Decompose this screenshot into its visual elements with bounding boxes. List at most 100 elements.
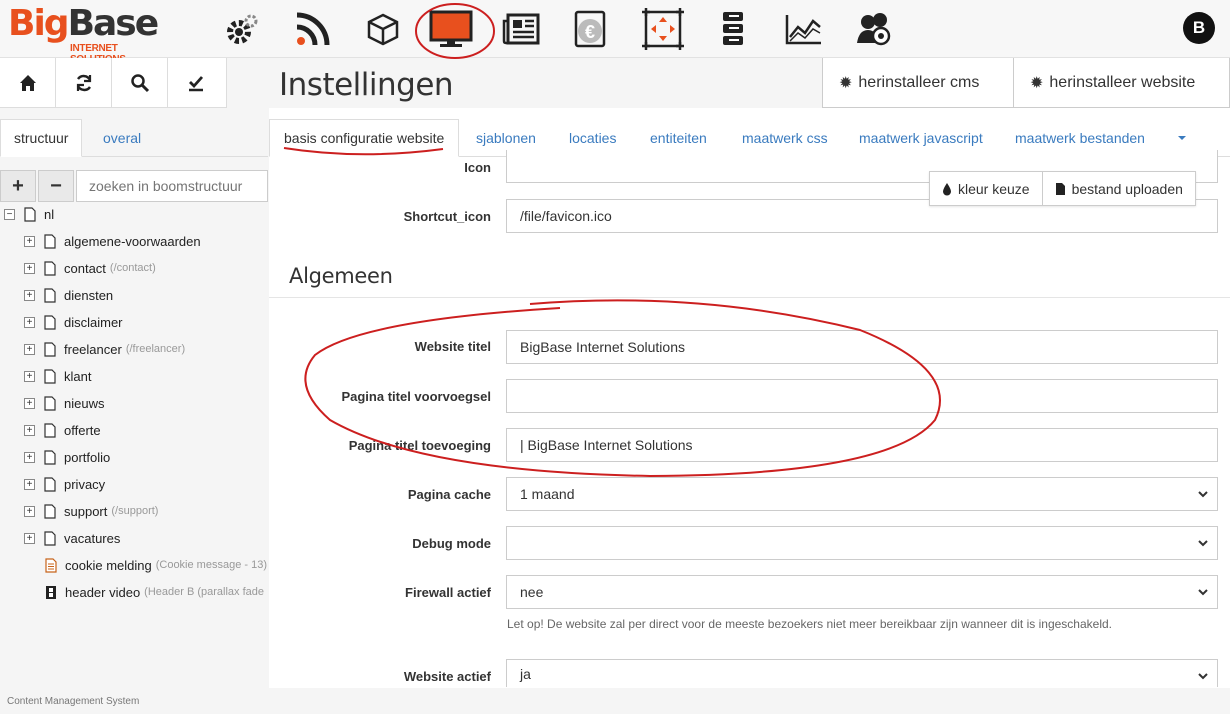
newspaper-icon[interactable]	[499, 7, 545, 51]
tree-item[interactable]: + diensten	[24, 283, 117, 307]
tree-item[interactable]: + algemene-voorwaarden	[24, 229, 205, 253]
tree-item-label: cookie melding	[65, 557, 152, 573]
tree-item-path: (Cookie message - 13)	[155, 559, 267, 571]
tab-structure[interactable]: structuur	[0, 119, 83, 157]
tree-item[interactable]: + portfolio	[24, 445, 114, 469]
film-strip-icon	[46, 585, 56, 599]
reinstall-cms-button[interactable]: ✹ herinstalleer cms	[822, 58, 1014, 108]
firewall-select[interactable]: nee	[506, 575, 1218, 609]
tree-item-label: offerte	[64, 422, 101, 438]
website-monitor-icon[interactable]	[428, 7, 474, 51]
page-icon	[44, 449, 56, 465]
tree-item[interactable]: + offerte	[24, 418, 105, 442]
tree-item-label: diensten	[64, 287, 114, 303]
page-cache-select[interactable]: 1 maand	[506, 477, 1218, 511]
page-icon	[44, 530, 56, 546]
reinstall-website-button[interactable]: ✹ herinstalleer website	[1013, 58, 1230, 108]
page-icon	[44, 503, 56, 519]
debug-mode-select[interactable]	[506, 526, 1218, 560]
tree-item[interactable]: header video (Header B (parallax fade	[45, 580, 264, 604]
tree-root[interactable]: − nl	[4, 202, 54, 226]
cog-icon: ✹	[839, 74, 853, 92]
tree-item-label: portfolio	[64, 449, 111, 465]
resize-frame-icon[interactable]	[640, 7, 686, 51]
page-title-prefix-input[interactable]	[506, 379, 1218, 413]
expand-toggle[interactable]: +	[24, 505, 35, 517]
expand-toggle[interactable]: +	[24, 343, 35, 355]
chevron-down-icon	[1198, 491, 1208, 498]
left-toolbar	[0, 58, 227, 108]
tree-item[interactable]: + disclaimer	[24, 310, 127, 334]
tree-item[interactable]: + klant	[24, 364, 95, 388]
page-icon	[24, 206, 36, 222]
tree-item-label: vacatures	[64, 530, 121, 546]
expand-toggle[interactable]: +	[24, 451, 35, 463]
tree-item[interactable]: + privacy	[24, 472, 109, 496]
expand-toggle[interactable]: +	[24, 397, 35, 409]
firewall-help-text: Let op! De website zal per direct voor d…	[507, 617, 1112, 631]
droplet-icon	[943, 182, 951, 195]
expand-toggle[interactable]: +	[24, 478, 35, 490]
package-box-icon[interactable]	[360, 7, 406, 51]
tab-basis-configuratie[interactable]: basis configuratie website	[269, 119, 460, 157]
euro-icon[interactable]: €	[568, 7, 614, 51]
firewall-label: Firewall actief	[405, 585, 491, 600]
collapse-all-button[interactable]: −	[38, 170, 74, 202]
check-button[interactable]	[168, 58, 224, 108]
chevron-down-icon	[1198, 540, 1208, 547]
expand-toggle[interactable]: +	[24, 262, 35, 274]
check-icon	[189, 76, 204, 92]
tree-search-input[interactable]	[76, 170, 268, 202]
server-stack-icon[interactable]	[710, 7, 756, 51]
tree-item-label: privacy	[64, 476, 106, 492]
tab-overall[interactable]: overal	[90, 119, 154, 157]
tree-item-path: (Header B (parallax fade	[144, 586, 265, 598]
user-avatar[interactable]: B	[1183, 12, 1215, 44]
home-button[interactable]	[0, 58, 56, 108]
expand-toggle[interactable]: +	[24, 235, 35, 247]
expand-toggle[interactable]: +	[24, 424, 35, 436]
home-icon	[19, 75, 36, 91]
website-title-input[interactable]: BigBase Internet Solutions	[506, 330, 1218, 364]
page-title-suffix-input[interactable]: | BigBase Internet Solutions	[506, 428, 1218, 462]
page-icon	[44, 260, 56, 276]
search-icon	[130, 74, 149, 93]
tree-item-label: nieuws	[64, 395, 105, 411]
page-title-prefix-label: Pagina titel voorvoegsel	[341, 389, 491, 404]
chevron-down-icon	[1198, 673, 1208, 680]
settings-gear-icon[interactable]	[218, 7, 264, 51]
bigbase-logo[interactable]: BigBase INTERNET SOLUTIONS	[8, 4, 168, 66]
expand-toggle[interactable]: +	[24, 316, 35, 328]
expand-toggle[interactable]: +	[24, 370, 35, 382]
tree-item[interactable]: + freelancer (/freelancer)	[24, 337, 185, 361]
tree-item-label: disclaimer	[64, 314, 123, 330]
search-button[interactable]	[112, 58, 168, 108]
tree-item[interactable]: cookie melding (Cookie message - 13)	[45, 553, 267, 577]
tree-item-label: freelancer	[64, 341, 122, 357]
website-active-label: Website actief	[403, 669, 491, 684]
rss-feed-icon[interactable]	[290, 7, 336, 51]
website-active-select[interactable]: ja	[506, 659, 1218, 687]
users-group-icon[interactable]	[851, 7, 897, 51]
cog-icon: ✹	[1030, 74, 1044, 92]
tree-item[interactable]: + contact (/contact)	[24, 256, 156, 280]
tree-item-path: (/freelancer)	[125, 343, 186, 355]
tree-item[interactable]: + support (/support)	[24, 499, 158, 523]
section-divider	[269, 297, 1230, 298]
tree-item[interactable]: + vacatures	[24, 526, 124, 550]
line-chart-icon[interactable]	[780, 7, 826, 51]
expand-toggle[interactable]: +	[24, 532, 35, 544]
tree-item[interactable]: + nieuws	[24, 391, 108, 415]
expand-all-button[interactable]: +	[0, 170, 36, 202]
website-title-label: Website titel	[414, 339, 491, 354]
section-heading-algemeen: Algemeen	[289, 264, 393, 288]
expand-toggle[interactable]: +	[24, 289, 35, 301]
footer-text: Content Management System	[7, 696, 140, 707]
refresh-button[interactable]	[56, 58, 112, 108]
caret-down-icon	[1178, 136, 1186, 140]
page-icon	[44, 476, 56, 492]
color-pick-button[interactable]: kleur keuze	[930, 172, 1043, 205]
page-icon	[44, 287, 56, 303]
collapse-toggle[interactable]: −	[4, 208, 15, 220]
file-upload-button[interactable]: bestand uploaden	[1043, 172, 1195, 205]
